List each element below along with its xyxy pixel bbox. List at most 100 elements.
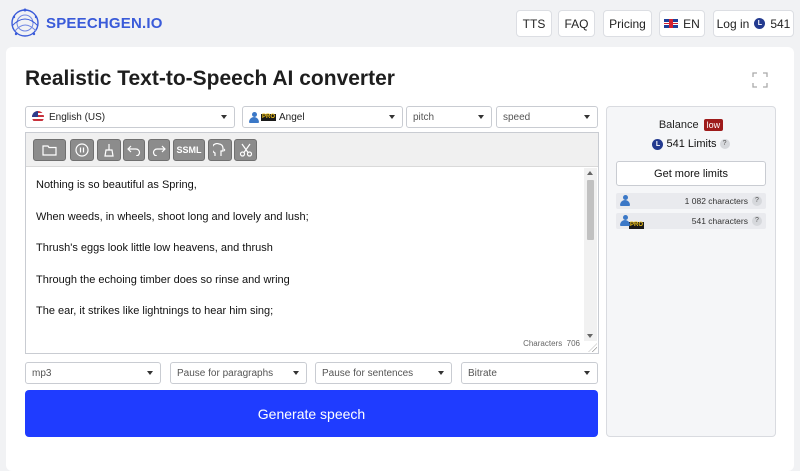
redo-icon	[152, 145, 166, 156]
undo-button[interactable]	[123, 139, 145, 161]
limits-value: 541	[666, 138, 685, 150]
nav-tts[interactable]: TTS	[516, 10, 552, 37]
ssml-label: SSML	[176, 145, 202, 155]
logo-text: SPEECHGEN.IO	[46, 14, 163, 32]
balance-panel: Balance low L 541 Limits ? Get more limi…	[606, 106, 776, 437]
char-count-label: Characters	[523, 339, 563, 348]
resize-handle[interactable]	[588, 343, 597, 352]
limits-row: L 541 Limits ?	[607, 138, 775, 150]
user-icon	[249, 111, 259, 123]
generate-speech-label: Generate speech	[257, 405, 366, 422]
header-balance: 541	[770, 16, 791, 31]
pause-icon	[75, 143, 89, 157]
character-counter: Characters 706	[523, 339, 580, 348]
chevron-down-icon	[221, 115, 227, 119]
chevron-down-icon	[584, 371, 590, 375]
scissors-icon	[239, 143, 252, 157]
emphasis-icon	[104, 144, 114, 157]
pause-sentences-value: Pause for sentences	[322, 367, 414, 379]
get-more-limits-button[interactable]: Get more limits	[616, 161, 766, 186]
logo[interactable]: SPEECHGEN.IO	[6, 4, 163, 42]
language-select[interactable]: English (US)	[25, 106, 235, 128]
undo-icon	[127, 145, 141, 156]
balance-status-badge: low	[703, 119, 724, 131]
pause-sentences-select[interactable]: Pause for sentences	[315, 362, 452, 384]
logo-icon	[11, 8, 39, 37]
chevron-down-icon	[389, 115, 395, 119]
main-card: Realistic Text-to-Speech AI converter En…	[6, 47, 794, 471]
voice-icon	[213, 143, 226, 156]
editor-toolbar: SSML	[26, 133, 598, 167]
bitrate-select-value: Bitrate	[468, 367, 497, 379]
uk-flag-icon	[664, 19, 679, 28]
chevron-down-icon	[478, 115, 484, 119]
pause-paragraphs-value: Pause for paragraphs	[177, 367, 274, 379]
text-line: When weeds, in wheels, shoot long and lo…	[36, 210, 309, 223]
balance-label: Balance	[658, 119, 699, 131]
nav-faq-label: FAQ	[564, 16, 589, 31]
pitch-select[interactable]: pitch	[406, 106, 492, 128]
language-selector[interactable]: EN	[659, 10, 705, 37]
format-select-value: mp3	[32, 367, 52, 379]
quota-pro-row: PRO 541 characters ?	[616, 213, 766, 229]
nav-tts-label: TTS	[522, 16, 546, 31]
pro-badge: PRO	[261, 113, 277, 121]
text-line: The ear, it strikes like lightnings to h…	[36, 305, 274, 317]
emphasis-button[interactable]	[97, 139, 121, 161]
text-line: Thrush's eggs look little low heavens, a…	[36, 242, 273, 254]
pitch-select-value: pitch	[413, 111, 435, 123]
language-select-value: English (US)	[49, 111, 106, 123]
page-title: Realistic Text-to-Speech AI converter	[25, 67, 395, 90]
login-label: Log in	[716, 16, 750, 31]
scroll-thumb[interactable]	[587, 180, 594, 240]
open-file-button[interactable]	[33, 139, 66, 161]
editor-scrollbar[interactable]	[584, 168, 597, 341]
pro-badge: PRO	[629, 222, 645, 229]
pause-button[interactable]	[70, 139, 94, 161]
nav-faq[interactable]: FAQ	[558, 10, 595, 37]
help-icon[interactable]: ?	[752, 216, 762, 226]
get-more-limits-label: Get more limits	[654, 167, 728, 180]
balance-row: Balance low	[607, 119, 775, 131]
voice-select[interactable]: PRO Angel	[242, 106, 403, 128]
language-label: EN	[683, 16, 700, 31]
chevron-down-icon	[438, 371, 444, 375]
redo-button[interactable]	[148, 139, 170, 161]
voice-select-value: Angel	[279, 111, 305, 123]
char-count-value: 706	[566, 339, 580, 348]
folder-icon	[41, 145, 57, 156]
generate-speech-button[interactable]: Generate speech	[25, 390, 598, 437]
voice-over-button[interactable]	[208, 139, 232, 161]
limits-label: Limits	[687, 138, 717, 150]
pause-paragraphs-select[interactable]: Pause for paragraphs	[170, 362, 307, 384]
user-icon	[620, 195, 630, 206]
quota-pro-value: 541 characters	[691, 216, 748, 226]
coin-icon: L	[652, 138, 664, 150]
format-select[interactable]: mp3	[25, 362, 161, 384]
chevron-down-icon	[584, 115, 590, 119]
nav-pricing[interactable]: Pricing	[603, 10, 652, 37]
text-line: Nothing is so beautiful as Spring,	[36, 179, 197, 191]
ssml-button[interactable]: SSML	[173, 139, 205, 161]
text-line: Through the echoing timber does so rinse…	[36, 273, 290, 286]
editor-text[interactable]: Nothing is so beautiful as Spring, When …	[36, 179, 309, 337]
scroll-up-icon[interactable]	[587, 171, 593, 175]
quota-free-row: 1 082 characters ?	[616, 193, 766, 209]
chevron-down-icon	[147, 371, 153, 375]
chevron-down-icon	[293, 371, 299, 375]
login-button[interactable]: Log in L 541	[713, 10, 794, 37]
cut-button[interactable]	[234, 139, 257, 161]
scroll-down-icon[interactable]	[587, 334, 593, 338]
text-editor[interactable]: SSML Nothing is so beautiful as Spring, …	[25, 132, 599, 354]
bitrate-select[interactable]: Bitrate	[461, 362, 598, 384]
help-icon[interactable]: ?	[752, 196, 762, 206]
pro-user-icon: PRO	[620, 215, 647, 229]
help-icon[interactable]: ?	[719, 139, 730, 149]
quota-free-value: 1 082 characters	[684, 196, 748, 206]
speed-select-value: speed	[503, 111, 531, 123]
coin-icon: L	[754, 18, 766, 29]
speed-select[interactable]: speed	[496, 106, 598, 128]
site-header: SPEECHGEN.IO TTS FAQ Pricing EN Log in L…	[0, 0, 800, 46]
expand-icon[interactable]	[752, 72, 768, 88]
nav-pricing-label: Pricing	[609, 16, 646, 31]
